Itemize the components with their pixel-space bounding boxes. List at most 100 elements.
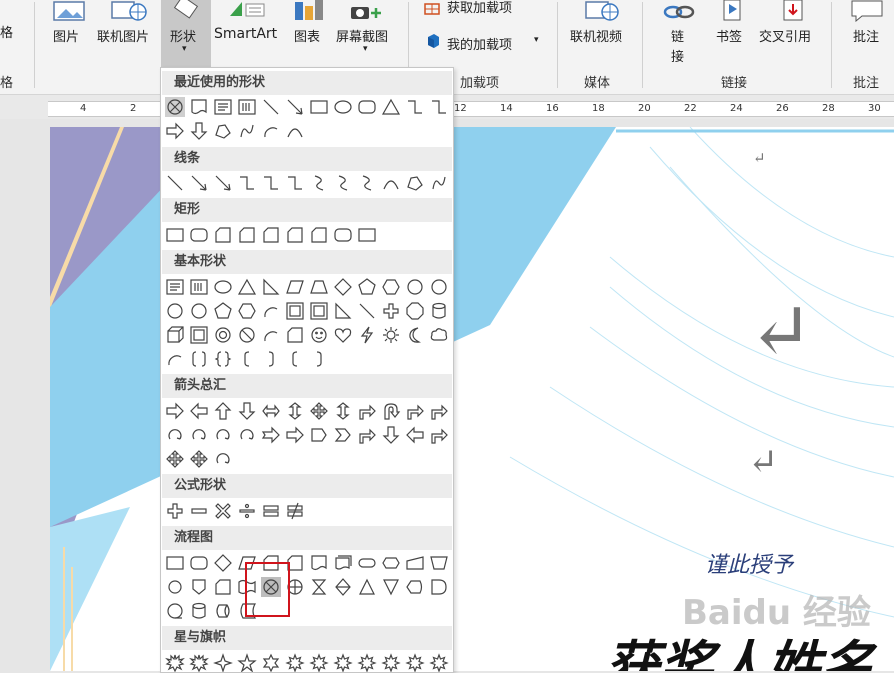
shape-option-circa[interactable] [237,425,257,445]
shape-option-direct[interactable] [213,601,233,621]
shape-option-rtri[interactable] [261,277,281,297]
online-picture-button[interactable]: 联机图片 [97,26,149,45]
shape-option-lra[interactable] [261,401,281,421]
shape-option-manop[interactable] [429,553,449,573]
shape-option-uturn[interactable] [381,401,401,421]
chevron-down-icon[interactable]: ▾ [363,44,368,54]
shape-option-circa[interactable] [213,449,233,469]
shape-option-scribble[interactable] [237,121,257,141]
shape-option-circ[interactable] [165,301,185,321]
shape-option-manin[interactable] [405,553,425,573]
shape-option-mult[interactable] [213,501,233,521]
shape-option-hex[interactable] [381,277,401,297]
shape-option-card[interactable] [285,325,305,345]
shape-option-xcirc[interactable] [165,97,185,117]
shape-option-circ[interactable] [405,277,425,297]
shape-option-arc[interactable] [261,301,281,321]
shape-option-bent[interactable] [429,401,449,421]
shape-option-quad[interactable] [165,449,185,469]
shape-option-quad[interactable] [309,401,329,421]
shape-option-circa[interactable] [189,425,209,445]
shape-option-ra[interactable] [165,401,185,421]
shape-option-burst[interactable] [165,653,185,672]
shape-option-diamond[interactable] [213,553,233,573]
shape-option-scurve[interactable] [333,173,353,193]
shape-option-chev[interactable] [333,425,353,445]
shape-option-plus[interactable] [165,501,185,521]
shape-option-quad[interactable] [189,449,209,469]
shape-option-brkt[interactable] [189,349,209,369]
shape-option-elbow[interactable] [285,173,305,193]
shape-option-magdisk[interactable] [189,601,209,621]
shape-option-doc[interactable] [309,553,329,573]
shape-option-starN[interactable] [429,653,449,672]
shape-option-elbow[interactable] [405,97,425,117]
shape-option-cube[interactable] [165,325,185,345]
shape-option-starN[interactable] [357,653,377,672]
shape-option-vtext[interactable] [189,277,209,297]
shape-option-scribble[interactable] [429,173,449,193]
shape-option-rect[interactable] [357,225,377,245]
shape-option-rect[interactable] [165,225,185,245]
shape-option-vtext[interactable] [237,97,257,117]
cross-reference-button[interactable]: 交叉引用 [759,26,811,45]
shape-option-textbox[interactable] [165,277,185,297]
shape-option-textbox[interactable] [213,97,233,117]
shape-option-bent[interactable] [357,425,377,445]
shape-option-circ[interactable] [429,277,449,297]
shape-option-term[interactable] [357,553,377,573]
shape-option-rrect[interactable] [333,225,353,245]
shape-option-pent[interactable] [213,301,233,321]
shape-option-starN[interactable] [309,653,329,672]
shape-option-display[interactable] [405,577,425,597]
partial-group-button[interactable]: 格 [0,22,13,41]
shape-option-uda[interactable] [333,401,353,421]
shape-option-lbrkt[interactable] [285,349,305,369]
shape-option-rect[interactable] [309,97,329,117]
shape-option-pent[interactable] [357,277,377,297]
shape-option-para[interactable] [285,277,305,297]
shape-option-bent[interactable] [429,425,449,445]
shape-option-rbrkt[interactable] [261,349,281,369]
shape-option-oval[interactable] [333,97,353,117]
shape-option-bolt[interactable] [357,325,377,345]
shape-option-trap[interactable] [309,277,329,297]
shape-option-extr[interactable] [357,577,377,597]
shape-option-arc[interactable] [165,349,185,369]
shape-option-conn[interactable] [165,577,185,597]
shape-option-ra[interactable] [165,121,185,141]
bookmark-button[interactable]: 书签 [716,26,742,45]
shapes-button[interactable]: 形状 ▾ [161,0,211,67]
my-addins-button[interactable]: 我的加载项 [447,34,512,53]
get-addins-button[interactable]: 获取加载项 [447,0,512,16]
shape-option-ra[interactable] [285,425,305,445]
shape-option-circa[interactable] [165,425,185,445]
shape-option-uda[interactable] [285,401,305,421]
shape-option-rrect[interactable] [189,225,209,245]
shape-option-sort[interactable] [333,577,353,597]
shape-option-freeform[interactable] [405,173,425,193]
shape-option-div[interactable] [237,501,257,521]
shape-option-delay[interactable] [429,577,449,597]
online-video-button[interactable]: 联机视频 [570,26,622,45]
shape-option-starN[interactable] [405,653,425,672]
picture-button[interactable]: 图片 [53,26,79,45]
shape-option-circa[interactable] [213,425,233,445]
shape-option-plus[interactable] [381,301,401,321]
shape-option-da[interactable] [381,425,401,445]
shape-option-da[interactable] [237,401,257,421]
shape-option-hex[interactable] [237,301,257,321]
shape-option-moon[interactable] [405,325,425,345]
shape-option-elbow[interactable] [429,97,449,117]
shape-option-seqacc[interactable] [165,601,185,621]
shape-option-la[interactable] [189,401,209,421]
shape-option-tri[interactable] [381,97,401,117]
shape-option-mdoc[interactable] [333,553,353,573]
shape-option-heart[interactable] [333,325,353,345]
shape-option-curve[interactable] [285,121,305,141]
shape-option-da[interactable] [189,121,209,141]
shape-option-rrect[interactable] [357,97,377,117]
shape-option-ua[interactable] [213,401,233,421]
shape-option-card[interactable] [213,577,233,597]
shape-option-frame[interactable] [309,301,329,321]
